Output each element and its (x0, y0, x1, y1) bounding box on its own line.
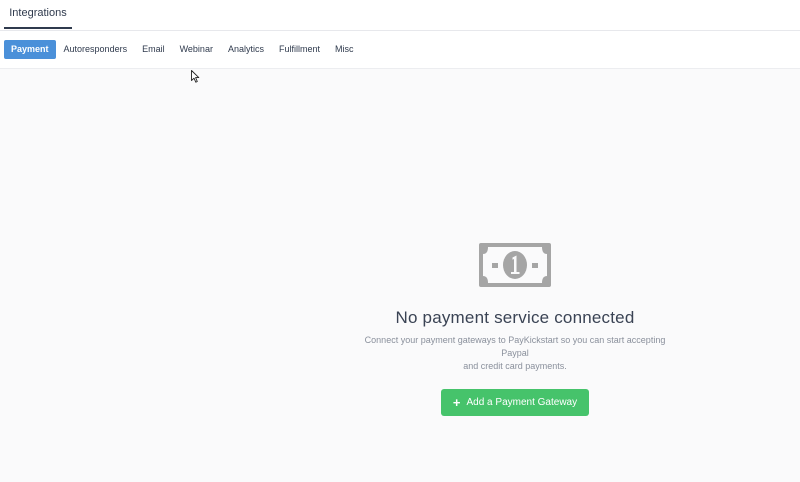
subtab-fulfillment[interactable]: Fulfillment (272, 40, 327, 59)
subtab-analytics[interactable]: Analytics (221, 40, 271, 59)
empty-state-description: Connect your payment gateways to PayKick… (345, 334, 685, 373)
empty-state-title: No payment service connected (395, 308, 635, 327)
category-tabs: Payment Autoresponders Email Webinar Ana… (4, 40, 361, 59)
add-payment-gateway-button[interactable]: + Add a Payment Gateway (441, 389, 589, 416)
add-payment-gateway-label: Add a Payment Gateway (466, 397, 578, 408)
tab-integrations[interactable]: Integrations (4, 0, 72, 29)
plus-icon: + (452, 395, 461, 410)
mouse-cursor-icon (191, 70, 200, 83)
subtab-webinar[interactable]: Webinar (173, 40, 220, 59)
top-navigation: Integrations (0, 0, 800, 31)
subtab-payment[interactable]: Payment (4, 40, 56, 59)
money-bill-icon (479, 243, 551, 287)
description-line: Paypal (501, 348, 529, 358)
description-line: and credit card payments. (463, 361, 567, 371)
description-line: Connect your payment gateways to PayKick… (364, 335, 666, 345)
subtab-misc[interactable]: Misc (328, 40, 361, 59)
subtab-autoresponders[interactable]: Autoresponders (57, 40, 135, 59)
empty-state: No payment service connected Connect you… (345, 240, 685, 416)
subtab-email[interactable]: Email (135, 40, 172, 59)
integration-category-bar: Payment Autoresponders Email Webinar Ana… (0, 31, 800, 69)
